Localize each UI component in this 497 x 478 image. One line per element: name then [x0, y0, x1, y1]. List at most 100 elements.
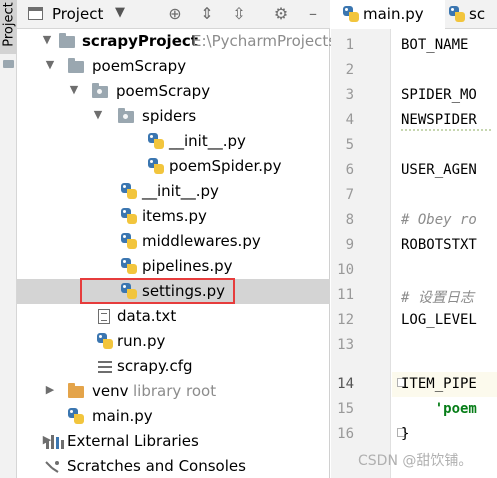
tree-item-items[interactable]: items.py	[17, 204, 330, 229]
tree-item-init[interactable]: __init__.py	[17, 179, 330, 204]
tree-item-main[interactable]: main.py	[17, 404, 330, 429]
tree-item-label: Scratches and Consoles	[67, 457, 246, 475]
project-panel-header: Project ▼ ⊕ ⇕ ⇳ ⚙ –	[17, 0, 330, 29]
python-file-icon	[68, 408, 84, 424]
tree-item-spiders[interactable]: ▼ spiders	[17, 104, 330, 129]
tree-item-poemspider[interactable]: poemSpider.py	[17, 154, 330, 179]
tree-item-scratches[interactable]: Scratches and Consoles	[17, 454, 330, 478]
package-folder-icon	[118, 108, 134, 123]
code-line[interactable]: ITEM_PIPE	[401, 376, 477, 392]
tree-item-pipelines[interactable]: pipelines.py	[17, 254, 330, 279]
chevron-down-icon[interactable]: ▼	[68, 83, 80, 96]
tree-item-label: items.py	[142, 207, 207, 225]
tree-item-middlewares[interactable]: middlewares.py	[17, 229, 330, 254]
watermark: CSDN @甜饮铺。	[358, 453, 473, 469]
project-panel-title[interactable]: Project	[52, 5, 103, 23]
line-number: 8	[345, 212, 354, 228]
code-line[interactable]: ROBOTSTXT	[401, 237, 477, 253]
tree-item-label: poemScrapy	[92, 57, 187, 75]
tree-item-poemscrapy-package[interactable]: ▼ poemScrapy	[17, 79, 330, 104]
line-number-gutter: 1 2 3 4 5 6 7 8 9 10 11 12 13 14 15 16	[331, 29, 391, 478]
package-folder-icon	[92, 83, 108, 98]
tree-item-label: scrapyProject	[82, 32, 198, 50]
folder-icon	[3, 60, 14, 68]
python-file-icon	[148, 133, 164, 149]
line-number: 4	[345, 112, 354, 128]
chevron-right-icon[interactable]: ▶	[44, 383, 56, 396]
project-tool-tab[interactable]: Project	[0, 0, 17, 54]
line-number: 10	[337, 262, 354, 278]
spellcheck-underline	[401, 129, 491, 131]
code-comment[interactable]: # Obey ro	[401, 212, 477, 228]
code-comment[interactable]: # 设置日志	[401, 287, 474, 307]
expand-all-icon[interactable]: ⇕	[197, 4, 217, 24]
tree-item-scrapy-cfg[interactable]: scrapy.cfg	[17, 354, 330, 379]
tree-item-label: poemScrapy	[116, 82, 211, 100]
tree-item-data-txt[interactable]: data.txt	[17, 304, 330, 329]
libraries-icon	[46, 435, 64, 449]
editor-tabs: main.py sc	[331, 0, 497, 29]
python-file-icon	[121, 258, 137, 274]
code-line[interactable]: NEWSPIDER	[401, 112, 477, 128]
tree-item-label: data.txt	[117, 307, 177, 325]
line-number: 7	[345, 187, 354, 203]
line-number: 11	[337, 287, 354, 303]
line-number: 6	[345, 162, 354, 178]
tree-item-label: __init__.py	[169, 132, 246, 150]
editor-area: main.py sc 1 2 3 4 5 6 7 8 9 10 11 12 13…	[331, 0, 497, 478]
python-file-icon	[97, 333, 113, 349]
gear-icon[interactable]: ⚙	[271, 4, 291, 24]
folder-icon	[68, 58, 84, 73]
tree-item-venv[interactable]: ▶ venv library root	[17, 379, 330, 404]
code-line[interactable]: BOT_NAME	[401, 37, 468, 53]
code-line[interactable]: SPIDER_MO	[401, 87, 477, 103]
chevron-down-icon[interactable]: ▼	[44, 58, 56, 71]
line-number: 5	[345, 137, 354, 153]
project-tree: ▼ scrapyProject E:\PycharmProjects\s ▼ p…	[17, 29, 349, 478]
line-number: 12	[337, 312, 354, 328]
project-view-icon	[28, 7, 43, 20]
scratches-icon	[45, 461, 59, 473]
tree-item-label: middlewares.py	[142, 232, 261, 250]
library-folder-icon	[68, 383, 84, 398]
code-line[interactable]: LOG_LEVEL	[401, 312, 477, 328]
chevron-down-icon[interactable]: ▼	[115, 5, 125, 20]
tree-item-poemscrapy[interactable]: ▼ poemScrapy	[17, 54, 330, 79]
tree-item-external-libraries[interactable]: ▶ External Libraries	[17, 429, 330, 454]
tree-item-hint: library root	[133, 382, 217, 400]
hide-icon[interactable]: –	[303, 4, 323, 24]
line-number: 14	[337, 376, 354, 392]
tree-item-label: venv	[92, 382, 129, 400]
folder-icon	[59, 33, 75, 48]
tree-item-label: run.py	[117, 332, 166, 350]
tree-item-label: poemSpider.py	[169, 157, 282, 175]
tree-item-label: External Libraries	[67, 432, 199, 450]
tree-item-run[interactable]: run.py	[17, 329, 330, 354]
tab-label: sc	[469, 5, 486, 23]
config-file-icon	[98, 360, 112, 374]
tree-item-scrapyproject[interactable]: ▼ scrapyProject E:\PycharmProjects\s	[17, 29, 349, 54]
code-line[interactable]: 'poem	[401, 401, 477, 417]
line-number: 9	[345, 237, 354, 253]
tree-item-label: __init__.py	[142, 182, 219, 200]
text-file-icon	[98, 309, 110, 324]
tab-main-py[interactable]: main.py	[331, 0, 445, 29]
python-file-icon	[121, 208, 137, 224]
tree-item-label: pipelines.py	[142, 257, 233, 275]
tree-item-label: spiders	[142, 107, 197, 125]
line-number: 1	[345, 37, 354, 53]
code-line[interactable]: }	[401, 426, 409, 442]
project-panel: Project ▼ ⊕ ⇕ ⇳ ⚙ – ▼ scrapyProject E:\P…	[17, 0, 349, 478]
collapse-all-icon[interactable]: ⇳	[229, 4, 249, 24]
python-file-icon	[121, 233, 137, 249]
chevron-down-icon[interactable]: ▼	[92, 108, 104, 121]
chevron-down-icon[interactable]: ▼	[41, 33, 53, 46]
python-file-icon	[343, 6, 359, 22]
tab-label: main.py	[363, 5, 424, 23]
tab-scrapy[interactable]: sc	[445, 0, 497, 29]
line-number: 2	[345, 62, 354, 78]
highlight-box	[80, 278, 235, 304]
code-line[interactable]: USER_AGEN	[401, 162, 477, 178]
locate-icon[interactable]: ⊕	[165, 4, 185, 24]
tree-item-spiders-init[interactable]: __init__.py	[17, 129, 330, 154]
